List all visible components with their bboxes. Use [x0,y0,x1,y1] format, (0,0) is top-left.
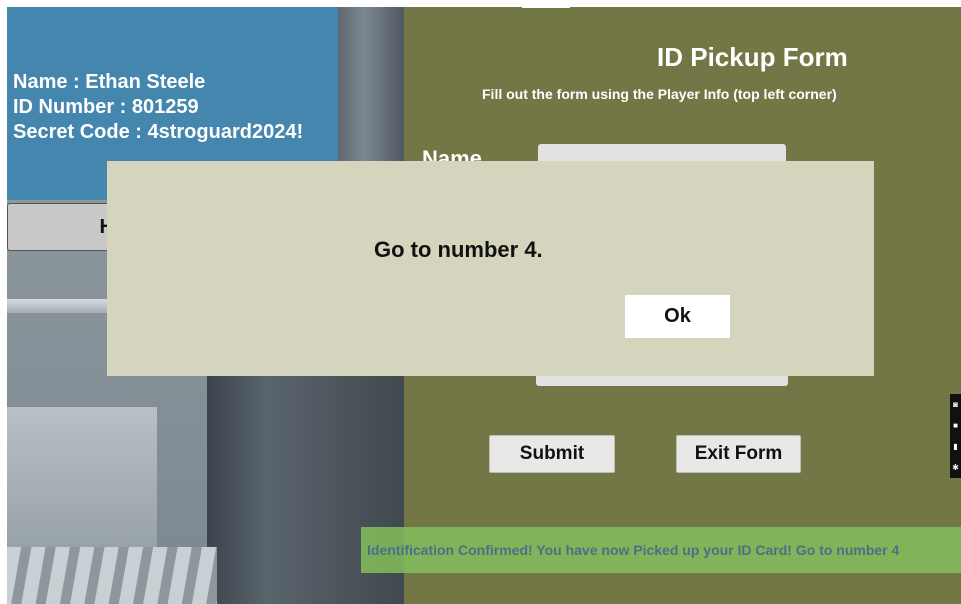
dialog-message: Go to number 4. [374,237,543,262]
gear-icon[interactable]: ✱ [952,463,959,472]
confirmation-text: Identification Confirmed! You have now P… [367,542,900,558]
panel-icon[interactable]: ▮ [953,442,957,451]
window-icon[interactable]: ■ [953,421,958,430]
form-title: ID Pickup Form [657,42,848,72]
exit-form-button[interactable]: Exit Form [676,435,801,473]
player-name: Name : Ethan Steele [13,71,206,93]
form-subtitle: Fill out the form using the Player Info … [482,86,837,102]
message-dialog: Go to number 4. Ok [107,161,874,376]
scene-vent [7,547,217,604]
player-id-number: ID Number : 801259 [13,96,199,118]
side-toolbar: ◙ ■ ▮ ✱ [950,394,961,478]
player-secret-code: Secret Code : 4stroguard2024! [13,121,304,143]
camera-icon[interactable]: ◙ [953,400,958,409]
confirmation-banner: Identification Confirmed! You have now P… [361,527,961,573]
top-tab [522,0,570,8]
submit-button[interactable]: Submit [489,435,615,473]
ok-button[interactable]: Ok [625,295,730,338]
scene-floor-panel [7,407,157,547]
